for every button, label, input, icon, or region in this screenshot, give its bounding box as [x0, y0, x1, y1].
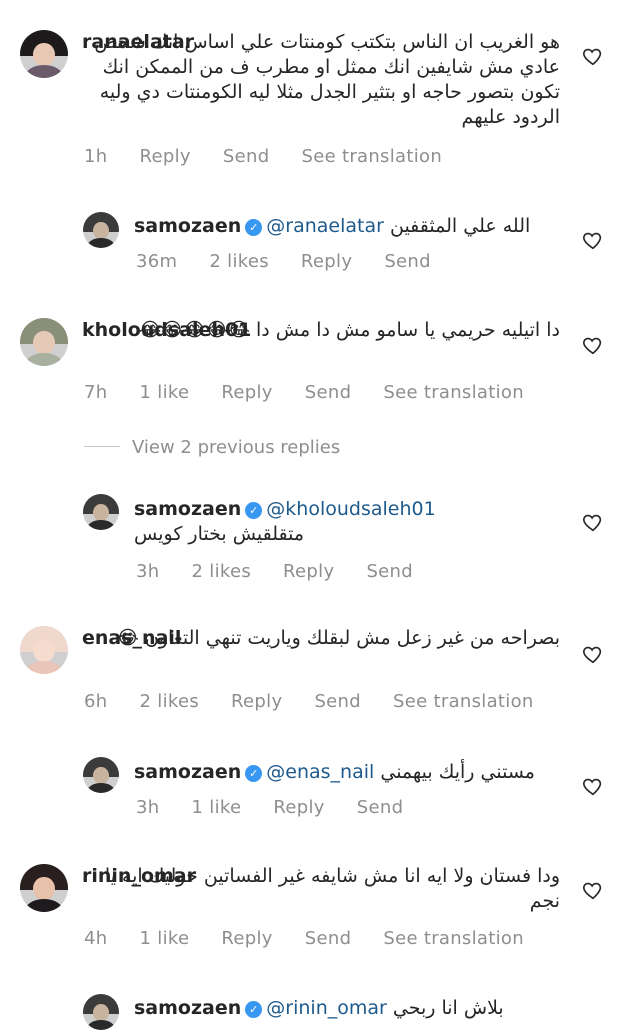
timestamp: 6h — [84, 691, 108, 712]
timestamp: 4h — [84, 928, 108, 949]
timestamp: 7h — [84, 382, 108, 403]
avatar[interactable] — [20, 30, 68, 78]
comment-meta: 3h 2 likes Reply Send — [136, 561, 439, 582]
reply-button[interactable]: Reply — [140, 146, 191, 167]
comment-body: samozaen ✓ @rinin_omar بلاش انا ربحي — [134, 996, 560, 1021]
comment-text: هو الغريب ان الناس بتكتب كومنتات علي اسا… — [94, 31, 560, 128]
divider — [84, 446, 120, 447]
mention-link[interactable]: @enas_nail — [266, 761, 374, 783]
comment-meta: 6h 2 likes Reply Send See translation — [84, 691, 560, 712]
reply-button[interactable]: Reply — [301, 251, 352, 272]
avatar[interactable] — [83, 757, 119, 793]
reply-button[interactable]: Reply — [221, 382, 272, 403]
heart-icon[interactable] — [582, 229, 604, 251]
comment-body: kholoudsaleh01 دا اتيليه حريمي يا سامو م… — [82, 318, 560, 343]
see-translation-link[interactable]: See translation — [393, 691, 534, 712]
verified-badge-icon: ✓ — [245, 502, 263, 519]
timestamp: 36m — [136, 251, 178, 272]
heart-icon[interactable] — [582, 879, 604, 901]
likes-count[interactable]: 1 like — [140, 382, 190, 403]
comment-body: samozaen ✓ @kholoudsaleh01 متقلقيش بختار ك… — [134, 497, 560, 547]
heart-icon[interactable] — [582, 45, 604, 67]
view-previous-label: View 2 previous replies — [132, 437, 341, 458]
heart-icon[interactable] — [582, 643, 604, 665]
likes-count[interactable]: 2 likes — [209, 251, 269, 272]
view-previous-replies-link[interactable]: View 2 previous replies — [84, 437, 340, 458]
verified-badge-icon: ✓ — [245, 765, 263, 782]
comment-text: بلاش انا ربحي — [392, 997, 504, 1019]
send-button[interactable]: Send — [384, 251, 431, 272]
reply-button[interactable]: Reply — [231, 691, 282, 712]
username[interactable]: samozaen — [134, 761, 241, 783]
comment-meta: 36m 2 likes Reply Send — [136, 251, 457, 272]
send-button[interactable]: Send — [314, 691, 361, 712]
comment-body: ranaelatar هو الغريب ان الناس بتكتب كومن… — [82, 30, 560, 130]
heart-icon[interactable] — [582, 511, 604, 533]
username[interactable]: samozaen — [134, 498, 241, 520]
likes-count[interactable]: 1 like — [140, 928, 190, 949]
send-button[interactable]: Send — [305, 928, 352, 949]
see-translation-link[interactable]: See translation — [383, 382, 524, 403]
avatar[interactable] — [20, 318, 68, 366]
see-translation-link[interactable]: See translation — [383, 928, 524, 949]
avatar[interactable] — [20, 626, 68, 674]
reply-button[interactable]: Reply — [273, 797, 324, 818]
heart-icon[interactable] — [582, 775, 604, 797]
comment-text: بصراحه من غير زعل مش لبقلك وياريت تنهي ا… — [116, 627, 560, 649]
avatar[interactable] — [20, 864, 68, 912]
comment-text: مستني رأيك بيهمني — [380, 761, 535, 783]
timestamp: 1h — [84, 146, 108, 167]
mention-link[interactable]: @kholoudsaleh01 — [266, 498, 435, 520]
likes-count[interactable]: 2 likes — [140, 691, 200, 712]
comment-text: دا اتيليه حريمي يا سامو مش دا مش دا 😂😂😂😂… — [138, 319, 560, 341]
reply-button[interactable]: Reply — [283, 561, 334, 582]
verified-badge-icon: ✓ — [245, 219, 263, 236]
avatar[interactable] — [83, 212, 119, 248]
avatar[interactable] — [83, 494, 119, 530]
timestamp: 3h — [136, 561, 160, 582]
likes-count[interactable]: 1 like — [192, 797, 242, 818]
username[interactable]: samozaen — [134, 997, 241, 1019]
comment-text: متقلقيش بختار كويس — [134, 523, 305, 545]
heart-icon[interactable] — [582, 334, 604, 356]
send-button[interactable]: Send — [223, 146, 270, 167]
comment-text: الله علي المثقفين — [389, 215, 531, 237]
see-translation-link[interactable]: See translation — [301, 146, 442, 167]
avatar[interactable] — [83, 994, 119, 1030]
comment-meta: 3h 1 like Reply Send — [136, 797, 429, 818]
reply-button[interactable]: Reply — [221, 928, 272, 949]
send-button[interactable]: Send — [357, 797, 404, 818]
comment-body: enas_nail بصراحه من غير زعل مش لبقلك ويا… — [82, 626, 560, 651]
timestamp: 3h — [136, 797, 160, 818]
mention-link[interactable]: @ranaelatar — [266, 215, 384, 237]
comment-meta: 1h Reply Send See translation — [84, 146, 468, 167]
send-button[interactable]: Send — [366, 561, 413, 582]
comment-body: samozaen ✓ @ranaelatar الله علي المثقفين — [134, 214, 560, 239]
comment-text: ودا فستان ولا ايه انا مش شايفه غير الفسا… — [104, 865, 560, 912]
mention-link[interactable]: @rinin_omar — [266, 997, 387, 1019]
comment-meta: 7h 1 like Reply Send See translation — [84, 382, 550, 403]
comment-body: samozaen ✓ @enas_nail مستني رأيك بيهمني — [134, 760, 560, 785]
verified-badge-icon: ✓ — [245, 1001, 263, 1018]
comment-meta: 4h 1 like Reply Send See translation — [84, 928, 550, 949]
username[interactable]: samozaen — [134, 215, 241, 237]
likes-count[interactable]: 2 likes — [192, 561, 252, 582]
send-button[interactable]: Send — [305, 382, 352, 403]
comment-body: rinin_omar ودا فستان ولا ايه انا مش شايف… — [82, 864, 560, 914]
